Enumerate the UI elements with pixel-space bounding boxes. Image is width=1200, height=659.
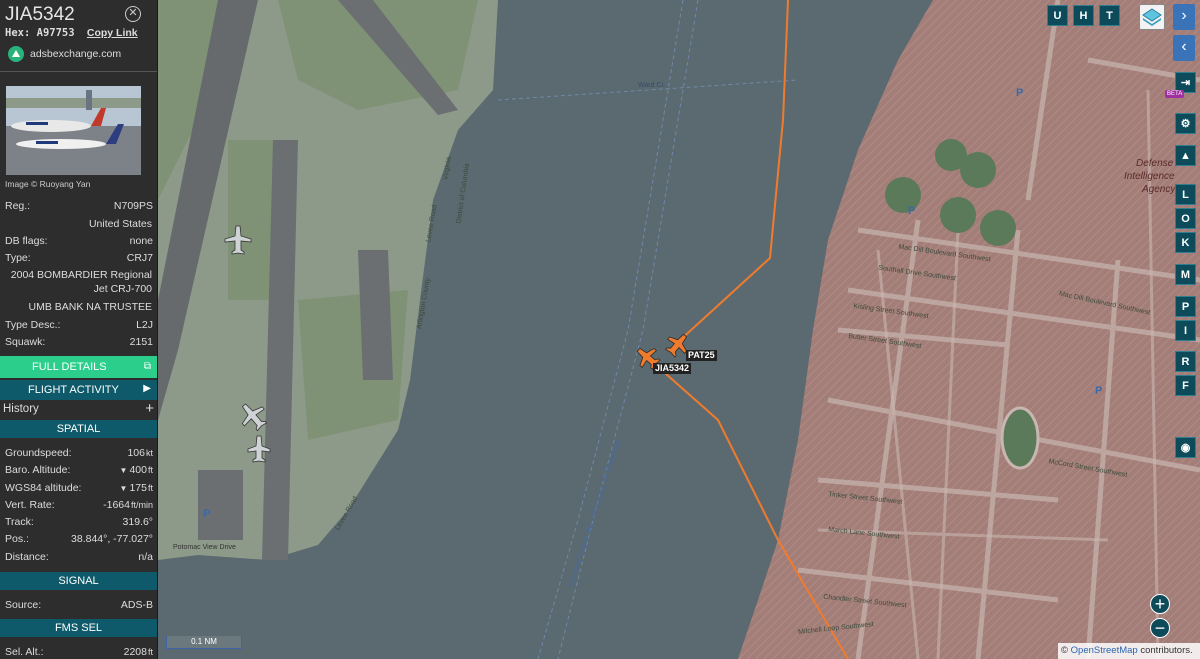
squawk-value: 2151 (129, 336, 153, 348)
toggle-i-button[interactable]: I (1175, 320, 1196, 341)
parking-icon: P (1016, 87, 1024, 99)
descending-arrow-icon: ▼ (119, 484, 128, 493)
track-label: Track: (5, 516, 34, 528)
layers-icon (1142, 8, 1162, 26)
osm-link[interactable]: OpenStreetMap (1071, 645, 1138, 656)
close-icon[interactable]: ✕ (125, 6, 141, 22)
toggle-k-button[interactable]: K (1175, 232, 1196, 253)
aircraft-photo-image (6, 86, 141, 175)
zoom-in-button[interactable]: + (1150, 594, 1170, 614)
owner: UMB BANK NA TRUSTEE (28, 301, 153, 313)
flight-activity-button[interactable]: FLIGHT ACTIVITY ▶ (0, 380, 157, 400)
copyright-symbol: © (1061, 645, 1068, 656)
toggle-p-button[interactable]: P (1175, 296, 1196, 317)
street-potomac-view: Potomac View Drive (173, 544, 236, 551)
history-label[interactable]: History (3, 403, 39, 415)
vert-rate-label: Vert. Rate: (5, 499, 55, 511)
source-site[interactable]: adsbexchange.com (8, 45, 121, 63)
parking-icon: P (1095, 385, 1103, 397)
poi-label-intelligence: Intelligence (1124, 171, 1175, 182)
adsbexchange-logo-icon (8, 46, 24, 62)
photo-credit: Image © Ruoyang Yan (5, 179, 91, 189)
attribution-suffix: contributors. (1140, 645, 1193, 656)
source-label: Source: (5, 599, 42, 611)
groundspeed-value: 106kt (127, 447, 153, 459)
baro-altitude-label: Baro. Altitude: (5, 464, 71, 476)
map-canvas[interactable] (158, 0, 1200, 659)
db-flags-value: none (129, 235, 153, 247)
external-link-icon: ⧉ (143, 361, 151, 372)
plane-label-jia5342[interactable]: JIA5342 (653, 363, 692, 374)
position-label: Pos.: (5, 533, 29, 545)
type-desc-label: Type Desc.: (5, 319, 61, 331)
wgs84-altitude-value: ▼ 175ft (119, 482, 153, 494)
parking-icon: P (908, 205, 916, 217)
type-full-1: 2004 BOMBARDIER Regional (10, 269, 152, 281)
type-label: Type: (5, 252, 31, 264)
beta-badge: BETA (1165, 90, 1185, 98)
toggle-t-button[interactable]: T (1099, 5, 1120, 26)
hex-label: Hex: (5, 27, 31, 39)
plane-label-pat25[interactable]: PAT25 (686, 350, 717, 361)
full-details-button[interactable]: FULL DETAILS ⧉ (0, 356, 157, 378)
hex-value: A97753 (36, 27, 75, 39)
squawk-label: Squawk: (5, 336, 46, 348)
type-full-2: Jet CRJ-700 (93, 283, 152, 295)
history-expand-plus-icon[interactable]: + (145, 400, 154, 417)
reg-value: N709PS (113, 200, 153, 212)
toggle-o-button[interactable]: O (1175, 208, 1196, 229)
toggle-m-button[interactable]: M (1175, 264, 1196, 285)
next-panel-button[interactable]: › (1173, 4, 1195, 30)
vert-rate-value: -1664ft/min (103, 499, 153, 511)
source-site-name[interactable]: adsbexchange.com (30, 48, 121, 60)
screenshot-icon[interactable]: ◉ (1175, 437, 1196, 458)
descending-arrow-icon: ▼ (119, 466, 128, 475)
poi-label-defense: Defense (1136, 158, 1174, 169)
aircraft-info-panel: JIA5342 ✕ Hex: A97753 Copy Link adsbexch… (0, 0, 158, 659)
groundspeed-label: Groundspeed: (5, 447, 72, 459)
source-value: ADS-B (120, 599, 153, 611)
toggle-l-button[interactable]: L (1175, 184, 1196, 205)
parking-icon: P (203, 508, 211, 520)
db-flags-label: DB flags: (5, 235, 48, 247)
toggle-r-button[interactable]: R (1175, 351, 1196, 372)
settings-gear-icon[interactable]: ⚙ (1175, 113, 1196, 134)
toggle-h-button[interactable]: H (1073, 5, 1094, 26)
flight-activity-label: FLIGHT ACTIVITY (28, 384, 119, 396)
divider (0, 71, 157, 72)
app: Defense Intelligence Agency Potomac View… (0, 0, 1200, 659)
distance-value: n/a (138, 551, 153, 563)
reg-label: Reg.: (5, 200, 31, 212)
signal-section-header[interactable]: SIGNAL (0, 572, 157, 590)
baro-altitude-value: ▼ 400ft (119, 464, 153, 476)
wgs84-altitude-label: WGS84 altitude: (5, 482, 82, 494)
copy-link-button[interactable]: Copy Link (87, 27, 138, 39)
distance-label: Distance: (5, 551, 49, 563)
sel-alt-value: 2208ft (123, 646, 153, 658)
track-value: 319.6° (122, 516, 153, 528)
map[interactable]: Defense Intelligence Agency Potomac View… (158, 0, 1200, 659)
type-value: CRJ7 (126, 252, 153, 264)
prev-panel-button[interactable]: ‹ (1173, 35, 1195, 61)
sel-alt-label: Sel. Alt.: (5, 646, 44, 658)
filter-icon[interactable]: ▲ (1175, 145, 1196, 166)
toggle-u-button[interactable]: U (1047, 5, 1068, 26)
callsign: JIA5342 (5, 4, 75, 25)
ward-label: Ward Ci... (638, 82, 669, 89)
fms-sel-section-header[interactable]: FMS SEL (0, 619, 157, 637)
poi-label-agency: Agency (1142, 184, 1176, 195)
hex-line: Hex: A97753 Copy Link (5, 27, 138, 39)
position-value: 38.844°, -77.027° (71, 533, 153, 545)
full-details-label: FULL DETAILS (32, 361, 107, 373)
spatial-section-header[interactable]: SPATIAL (0, 420, 157, 438)
map-attribution: © OpenStreetMap contributors. (1058, 643, 1200, 659)
aircraft-photo[interactable] (6, 86, 141, 175)
type-desc-value: L2J (136, 319, 153, 331)
scale-bar: 0.1 NM (166, 636, 242, 649)
zoom-out-button[interactable]: − (1150, 618, 1170, 638)
country: United States (88, 218, 152, 230)
chevron-right-icon: ▶ (143, 383, 151, 394)
layers-button[interactable] (1139, 4, 1165, 30)
toggle-f-button[interactable]: F (1175, 375, 1196, 396)
